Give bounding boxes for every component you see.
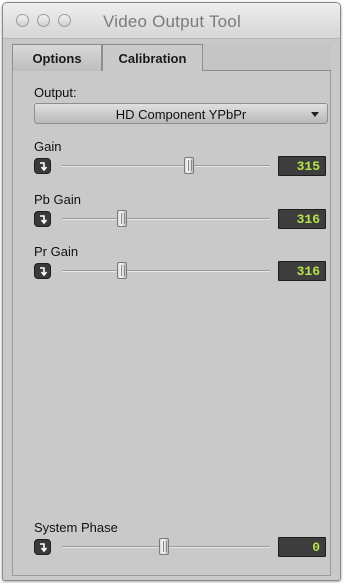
gain-label: Gain [34,139,62,154]
pb-gain-reset-button[interactable] [34,211,51,227]
gain-reset-button[interactable] [34,158,51,174]
system-phase-reset-button[interactable] [34,539,51,555]
system-phase-label: System Phase [34,520,118,535]
output-label: Output: [34,85,77,100]
chevron-down-icon [311,112,319,117]
gain-slider-thumb[interactable] [183,157,194,174]
tab-bar: Options Calibration [12,43,331,72]
output-selected-value: HD Component YPbPr [115,107,247,122]
pb-gain-value[interactable]: 316 [278,209,326,229]
reset-arrow-icon [40,267,48,277]
calibration-panel: Output: HD Component YPbPr Gain 315 Pb G… [12,71,331,576]
minimize-button[interactable] [37,14,50,27]
close-button[interactable] [16,14,29,27]
system-phase-slider-thumb[interactable] [158,538,169,555]
pb-gain-slider[interactable] [62,210,270,227]
pb-gain-label: Pb Gain [34,192,81,207]
gain-slider[interactable] [62,157,270,174]
content-area: Options Calibration Output: HD Component… [12,43,331,576]
tab-calibration[interactable]: Calibration [102,44,203,72]
zoom-button[interactable] [58,14,71,27]
pr-gain-value[interactable]: 316 [278,261,326,281]
pr-gain-label: Pr Gain [34,244,79,259]
reset-arrow-icon [40,215,48,225]
tab-options[interactable]: Options [12,44,102,71]
reset-arrow-icon [40,543,48,553]
video-output-tool-window: Video Output Tool Options Calibration Ou… [2,2,341,581]
pb-gain-slider-thumb[interactable] [117,210,128,227]
reset-arrow-icon [40,162,48,172]
title-bar[interactable]: Video Output Tool [3,3,340,39]
window-title: Video Output Tool [103,12,241,31]
system-phase-slider[interactable] [62,538,270,555]
pr-gain-reset-button[interactable] [34,263,51,279]
output-select[interactable]: HD Component YPbPr [34,103,328,124]
pr-gain-slider-thumb[interactable] [117,262,128,279]
gain-value[interactable]: 315 [278,156,326,176]
pr-gain-slider[interactable] [62,262,270,279]
system-phase-value[interactable]: 0 [278,537,326,557]
